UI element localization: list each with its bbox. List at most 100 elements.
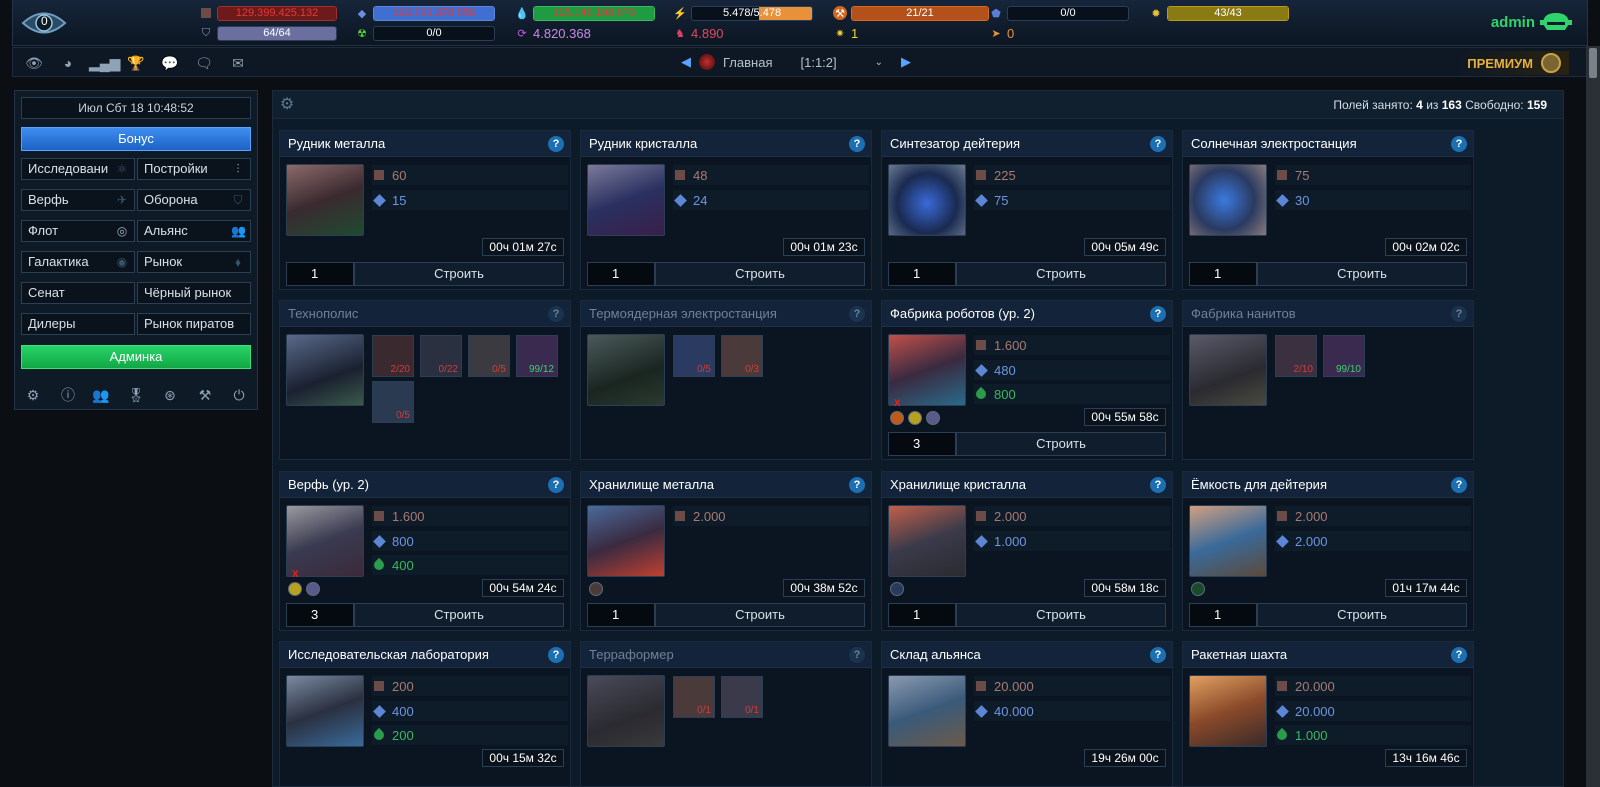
pie-icon[interactable]: ◕	[55, 53, 81, 73]
info-icon[interactable]: ⓘ	[58, 385, 78, 405]
building-image[interactable]	[587, 164, 665, 236]
help-icon[interactable]: ?	[1150, 647, 1166, 663]
messages-count[interactable]: 0	[41, 14, 48, 28]
building-image[interactable]	[286, 675, 364, 747]
requirement[interactable]: 99/12	[516, 335, 558, 377]
planet-coords[interactable]: [1:1:2]	[800, 55, 836, 70]
building-image[interactable]	[587, 675, 665, 747]
sidebar-item-research[interactable]: Исследовани ⚛	[21, 158, 135, 180]
sidebar-item-senate[interactable]: Сенат	[21, 282, 135, 304]
build-button[interactable]: Строить	[1257, 262, 1467, 286]
mail-icon[interactable]: ✉	[225, 53, 251, 73]
building-image[interactable]	[1189, 334, 1267, 406]
admin-button[interactable]: Админка	[21, 345, 251, 369]
requirement[interactable]: 99/10	[1323, 335, 1365, 377]
quantity-input[interactable]: 1	[888, 603, 956, 627]
planet-name[interactable]: Главная	[723, 55, 772, 70]
build-button[interactable]: Строить	[354, 262, 564, 286]
trophy-icon[interactable]: 🏆	[123, 53, 149, 73]
requirement[interactable]: 0/22	[420, 335, 462, 377]
help-icon[interactable]: ?	[1451, 647, 1467, 663]
sidebar-item-buildings[interactable]: Постройки ⫶	[137, 158, 251, 180]
prev-planet-icon[interactable]: ◀	[681, 54, 691, 70]
requirement[interactable]: 2/10	[1275, 335, 1317, 377]
quantity-input[interactable]: 3	[888, 432, 956, 456]
stats-icon[interactable]: ▂▄▆	[89, 53, 120, 73]
building-image[interactable]	[1189, 505, 1267, 577]
chat-icon[interactable]: 💬	[157, 53, 183, 73]
quantity-input[interactable]: 1	[587, 603, 655, 627]
help-icon[interactable]: ?	[1150, 477, 1166, 493]
quantity-input[interactable]: 1	[1189, 262, 1257, 286]
requirement[interactable]: 0/5	[372, 381, 414, 423]
requirement[interactable]: 0/1	[721, 676, 763, 718]
requirement[interactable]: 2/20	[372, 335, 414, 377]
gear-icon[interactable]: ⚙	[23, 385, 43, 405]
sidebar-item-galaxy[interactable]: Галактика ◉	[21, 251, 135, 273]
help-icon[interactable]: ?	[548, 477, 564, 493]
chevron-down-icon[interactable]: ⌄	[875, 57, 883, 68]
requirement[interactable]: 0/5	[468, 335, 510, 377]
building-image[interactable]	[286, 164, 364, 236]
build-button[interactable]: Строить	[655, 262, 865, 286]
build-button[interactable]: Строить	[956, 262, 1166, 286]
quantity-input[interactable]: 1	[1189, 603, 1257, 627]
scrollbar-thumb[interactable]	[1589, 48, 1597, 78]
build-button[interactable]: Строить	[1257, 603, 1467, 627]
sidebar-item-alliance[interactable]: Альянс 👥	[137, 220, 251, 242]
helmet-icon[interactable]	[1539, 10, 1573, 34]
quantity-input[interactable]: 1	[888, 262, 956, 286]
help-icon[interactable]: ?	[1150, 306, 1166, 322]
building-image[interactable]	[888, 505, 966, 577]
sidebar-item-black-market[interactable]: Чёрный рынок	[137, 282, 251, 304]
help-icon[interactable]: ?	[548, 306, 564, 322]
sidebar-item-pirate-market[interactable]: Рынок пиратов	[137, 313, 251, 335]
help-icon[interactable]: ?	[849, 306, 865, 322]
sidebar-item-dealers[interactable]: Дилеры	[21, 313, 135, 335]
building-image[interactable]	[1189, 164, 1267, 236]
requirement[interactable]: 0/1	[673, 676, 715, 718]
requirement[interactable]: 0/3	[721, 335, 763, 377]
help-icon[interactable]: ?	[1451, 477, 1467, 493]
next-planet-icon[interactable]: ▶	[901, 54, 911, 70]
help-icon[interactable]: ?	[1451, 136, 1467, 152]
help-icon[interactable]: ?	[548, 647, 564, 663]
build-button[interactable]: Строить	[956, 603, 1166, 627]
planet-selector[interactable]: ◀ Главная [1:1:2] ⌄ ▶	[681, 54, 911, 70]
help-icon[interactable]: ?	[548, 136, 564, 152]
power-icon[interactable]: ⏻	[229, 385, 249, 405]
building-image[interactable]	[286, 334, 364, 406]
build-button[interactable]: Строить	[655, 603, 865, 627]
quantity-input[interactable]: 1	[286, 262, 354, 286]
eye-icon[interactable]: 👁	[21, 53, 47, 73]
sidebar-item-fleet[interactable]: Флот ◎	[21, 220, 135, 242]
requirement[interactable]: 0/5	[673, 335, 715, 377]
medal-icon[interactable]: 🎖	[126, 385, 146, 405]
sidebar-item-market[interactable]: Рынок ⬧	[137, 251, 251, 273]
sidebar-item-shipyard[interactable]: Верфь ✈	[21, 189, 135, 211]
building-image[interactable]	[888, 164, 966, 236]
users-icon[interactable]: 👥	[91, 385, 111, 405]
help-icon[interactable]: ?	[849, 647, 865, 663]
quantity-input[interactable]: 3	[286, 603, 354, 627]
help-icon[interactable]: ?	[849, 136, 865, 152]
help-icon[interactable]: ?	[849, 477, 865, 493]
build-button[interactable]: Строить	[956, 432, 1166, 456]
page-scrollbar[interactable]	[1586, 46, 1600, 787]
building-image[interactable]	[1189, 675, 1267, 747]
building-image[interactable]	[587, 334, 665, 406]
premium-button[interactable]: ПРЕМИУМ	[1459, 51, 1569, 75]
quantity-input[interactable]: 1	[587, 262, 655, 286]
building-image[interactable]	[587, 505, 665, 577]
bonus-button[interactable]: Бонус	[21, 127, 251, 151]
build-button[interactable]: Строить	[354, 603, 564, 627]
lifebuoy-icon[interactable]: ⊛	[160, 385, 180, 405]
gears-icon[interactable]: ⚙	[277, 95, 297, 115]
chats-icon[interactable]: 🗨	[191, 53, 217, 73]
help-icon[interactable]: ?	[1451, 306, 1467, 322]
sidebar-item-defense[interactable]: Оборона ⛉	[137, 189, 251, 211]
tools-icon[interactable]: ⚒	[195, 385, 215, 405]
building-image[interactable]	[888, 675, 966, 747]
username[interactable]: admin	[1491, 14, 1535, 31]
help-icon[interactable]: ?	[1150, 136, 1166, 152]
